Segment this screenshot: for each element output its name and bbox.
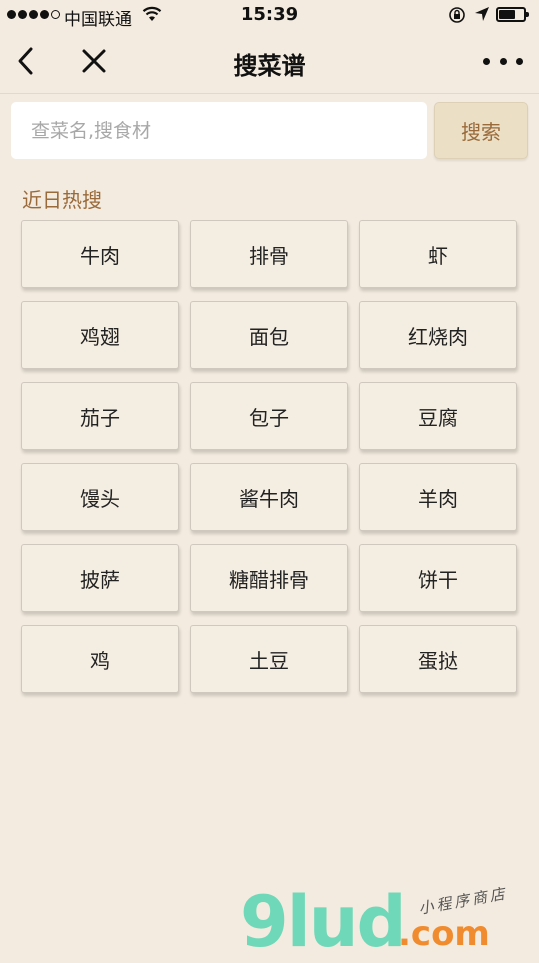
watermark-logo: 9lud [240,881,407,963]
hot-search-item[interactable]: 排骨 [190,220,348,288]
hot-search-item[interactable]: 蛋挞 [359,625,517,693]
status-bar: 中国联通 15:39 [0,0,539,30]
watermark-domain: .com [398,914,490,954]
more-dot-icon [499,57,507,65]
hot-search-item[interactable]: 红烧肉 [359,301,517,369]
back-button[interactable] [10,44,40,78]
hot-search-item[interactable]: 鸡翅 [21,301,179,369]
watermark-logo-text: 9lud [240,881,407,963]
hot-search-item[interactable]: 糖醋排骨 [190,544,348,612]
hot-search-item[interactable]: 豆腐 [359,382,517,450]
close-button[interactable] [77,44,111,78]
more-dot-icon [516,57,523,65]
chevron-left-icon [18,47,33,75]
nav-bar: 搜菜谱 [0,30,539,94]
location-arrow-icon [474,6,490,27]
hot-search-item[interactable]: 饼干 [359,544,517,612]
hot-search-item[interactable]: 羊肉 [359,463,517,531]
hot-search-item[interactable]: 虾 [359,220,517,288]
rotation-lock-icon [448,6,466,29]
hot-search-item[interactable]: 土豆 [190,625,348,693]
search-input[interactable] [11,102,427,159]
more-dot-icon [483,57,490,65]
hot-search-item[interactable]: 包子 [190,382,348,450]
search-button[interactable]: 搜索 [434,102,528,159]
more-button[interactable] [483,50,523,72]
hot-search-item[interactable]: 披萨 [21,544,179,612]
hot-search-item[interactable]: 馒头 [21,463,179,531]
hot-search-grid: 牛肉 排骨 虾 鸡翅 面包 红烧肉 茄子 包子 豆腐 馒头 酱牛肉 羊肉 披萨 … [21,220,517,693]
hot-search-item[interactable]: 茄子 [21,382,179,450]
hot-search-item[interactable]: 鸡 [21,625,179,693]
battery-level [499,10,516,19]
hot-search-title: 近日热搜 [22,188,102,212]
battery-icon [496,7,529,22]
hot-search-item[interactable]: 酱牛肉 [190,463,348,531]
watermark: 9lud .com 小程序商店 [240,884,539,960]
close-icon [82,49,106,73]
hot-search-item[interactable]: 面包 [190,301,348,369]
hot-search-item[interactable]: 牛肉 [21,220,179,288]
